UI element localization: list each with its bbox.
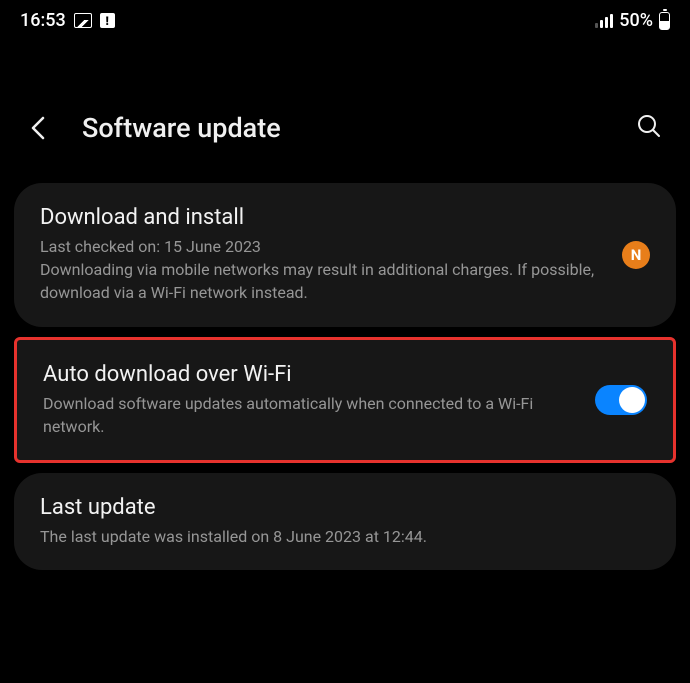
signal-icon — [595, 13, 613, 28]
auto-download-card[interactable]: Auto download over Wi-Fi Download softwa… — [14, 337, 676, 463]
picture-icon — [74, 13, 92, 28]
search-button[interactable] — [632, 109, 666, 147]
status-time: 16:53 — [20, 10, 66, 31]
chevron-left-icon — [28, 114, 50, 142]
status-bar: 16:53 ! 50% — [0, 0, 690, 37]
notification-badge: N — [622, 241, 650, 269]
auto-download-description: Download software updates automatically … — [43, 392, 579, 438]
status-right: 50% — [595, 10, 670, 31]
download-install-title: Download and install — [40, 205, 606, 230]
auto-download-toggle[interactable] — [595, 385, 647, 415]
last-update-title: Last update — [40, 495, 650, 520]
auto-download-title: Auto download over Wi-Fi — [43, 362, 579, 387]
header: Software update — [0, 37, 690, 173]
status-left: 16:53 ! — [20, 10, 115, 31]
search-icon — [636, 113, 662, 139]
download-install-description: Downloading via mobile networks may resu… — [40, 258, 606, 304]
page-title: Software update — [82, 112, 604, 144]
toggle-thumb — [619, 387, 645, 413]
last-update-card[interactable]: Last update The last update was installe… — [14, 473, 676, 570]
battery-text: 50% — [619, 10, 653, 31]
exclamation-icon: ! — [100, 13, 115, 28]
battery-icon — [659, 12, 670, 30]
download-install-card[interactable]: Download and install Last checked on: 15… — [14, 183, 676, 327]
download-install-last-checked: Last checked on: 15 June 2023 — [40, 235, 606, 258]
last-update-description: The last update was installed on 8 June … — [40, 525, 650, 548]
back-button[interactable] — [24, 110, 54, 146]
